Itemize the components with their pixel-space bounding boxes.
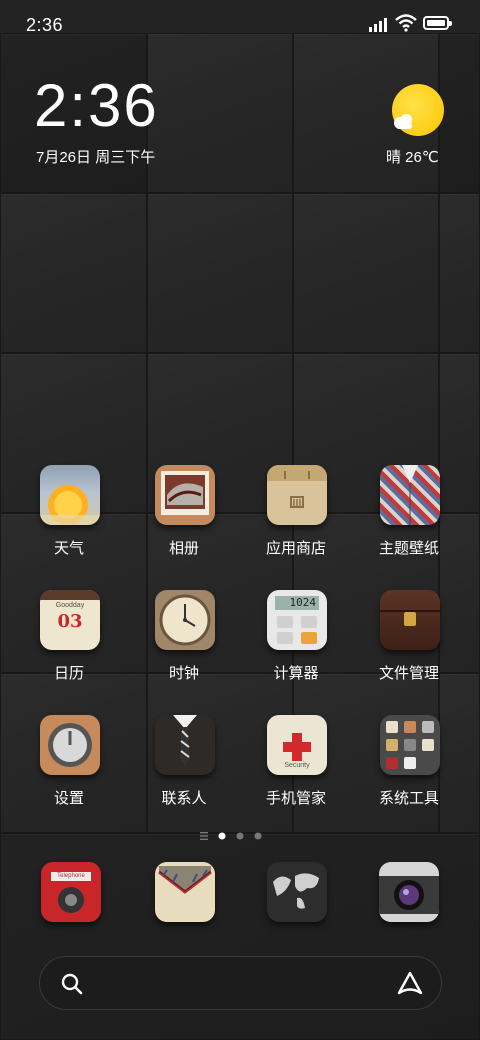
page-dot	[254, 832, 262, 840]
wifi-icon	[395, 14, 417, 32]
app-weather[interactable]: 天气	[13, 465, 125, 575]
app-file-manager[interactable]: 文件管理	[353, 590, 465, 700]
assistant-icon[interactable]	[396, 970, 424, 998]
settings-icon	[40, 715, 100, 775]
widget-time: 2:36	[34, 72, 159, 139]
battery-icon	[423, 16, 452, 30]
camera-icon[interactable]	[379, 862, 439, 922]
app-label: 时钟	[168, 665, 199, 682]
app-clock[interactable]: 时钟	[128, 590, 240, 700]
app-store-icon	[267, 465, 327, 525]
search-bar[interactable]	[39, 956, 442, 1010]
app-label: 日历	[53, 665, 84, 682]
app-contacts[interactable]: 联系人	[128, 715, 240, 825]
phone-icon[interactable]: Telephone	[41, 862, 101, 922]
search-icon[interactable]	[60, 972, 84, 996]
calendar-icon: Goodday 03	[40, 590, 100, 650]
page-indicator[interactable]	[200, 830, 280, 842]
app-security[interactable]: Security 手机管家	[240, 715, 352, 825]
app-label: 天气	[53, 540, 84, 557]
app-calculator[interactable]: 1024 计算器	[240, 590, 352, 700]
app-gallery[interactable]: 相册	[128, 465, 240, 575]
cloud-icon	[394, 114, 412, 129]
calendar-day: 03	[57, 611, 83, 632]
app-themes[interactable]: 主题壁纸	[353, 465, 465, 575]
app-label: 文件管理	[378, 665, 439, 682]
browser-icon[interactable]	[267, 862, 327, 922]
calculator-icon: 1024	[267, 590, 327, 650]
security-icon: Security	[267, 715, 327, 775]
page-dot	[236, 832, 244, 840]
security-caption: Security	[284, 762, 310, 769]
app-label: 设置	[53, 790, 84, 807]
file-manager-icon	[380, 590, 440, 650]
weather-icon	[40, 465, 100, 525]
page-dot-current	[218, 832, 226, 840]
signal-icon	[369, 16, 391, 32]
phone-caption: Telephone	[51, 872, 91, 881]
clock-icon	[155, 590, 215, 650]
calendar-header: Goodday	[55, 602, 85, 609]
app-label: 计算器	[273, 665, 319, 682]
calculator-display: 1024	[275, 596, 319, 610]
widget-date: 7月26日 周三下午	[36, 149, 156, 166]
app-label: 手机管家	[265, 790, 326, 807]
status-time: 2:36	[26, 15, 64, 35]
app-label: 应用商店	[265, 540, 326, 557]
messages-icon[interactable]	[155, 862, 215, 922]
app-label: 联系人	[161, 790, 207, 807]
gallery-icon	[155, 465, 215, 525]
app-label: 相册	[168, 540, 199, 557]
menu-icon	[200, 832, 208, 840]
app-calendar[interactable]: Goodday 03 日历	[13, 590, 125, 700]
status-bar: 2:36	[0, 0, 480, 48]
app-store[interactable]: 应用商店	[240, 465, 352, 575]
app-tools-folder[interactable]: 系统工具	[353, 715, 465, 825]
app-label: 系统工具	[378, 790, 439, 807]
app-label: 主题壁纸	[378, 540, 439, 557]
themes-icon	[380, 465, 440, 525]
app-settings[interactable]: 设置	[13, 715, 125, 825]
tools-folder-icon	[380, 715, 440, 775]
weather-text: 晴 26℃	[386, 149, 439, 166]
contacts-icon	[155, 715, 215, 775]
dock: Telephone	[0, 846, 480, 1040]
